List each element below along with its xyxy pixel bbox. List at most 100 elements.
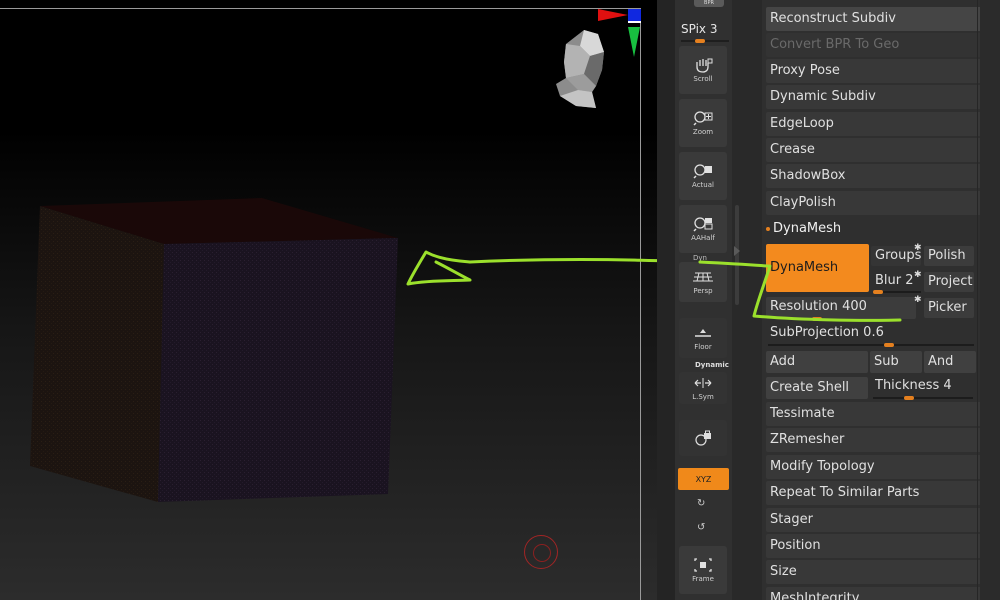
canvas-viewport[interactable] xyxy=(0,0,657,600)
actual-button[interactable]: Actual xyxy=(679,152,727,200)
blur-value: 2 xyxy=(905,273,914,288)
create-shell-button[interactable]: Create Shell xyxy=(766,377,868,399)
xyz-label: XYZ xyxy=(695,474,712,484)
thickness-knob[interactable] xyxy=(904,396,914,400)
frame-icon xyxy=(694,558,712,572)
dynamic-label: Dynamic xyxy=(695,361,729,369)
xyz-rotate-button[interactable]: XYZ xyxy=(678,468,729,490)
frame-label: Frame xyxy=(692,575,714,583)
local-symmetry-icon xyxy=(694,378,712,388)
floor-label: Floor xyxy=(694,343,712,351)
gyro-lock-button[interactable] xyxy=(679,420,727,456)
add-button[interactable]: Add xyxy=(766,351,868,373)
edgeloop-item[interactable]: EdgeLoop xyxy=(766,112,982,136)
subprojection-value: 0.6 xyxy=(863,325,884,340)
dynamic-subdiv-item[interactable]: Dynamic Subdiv xyxy=(766,85,982,109)
shadowbox-item[interactable]: ShadowBox xyxy=(766,164,982,188)
hand-scroll-icon xyxy=(696,58,713,73)
proxy-pose-item[interactable]: Proxy Pose xyxy=(766,59,982,83)
and-button[interactable]: And xyxy=(924,351,976,373)
position-item[interactable]: Position xyxy=(766,534,982,558)
arrow-annotation-icon xyxy=(406,250,657,286)
zoom-icon xyxy=(693,111,713,126)
dynamesh-button[interactable]: DynaMesh xyxy=(766,244,869,292)
spix-value: 3 xyxy=(709,22,718,36)
blur-star-icon: ✱ xyxy=(914,270,922,280)
crease-item[interactable]: Crease xyxy=(766,138,982,162)
stager-item[interactable]: Stager xyxy=(766,508,982,532)
spix-label: SPix xyxy=(681,22,707,36)
shelf-scroll-strip[interactable] xyxy=(732,0,762,600)
rotate-z-icon[interactable]: ↺ xyxy=(697,522,705,533)
thickness-value: 4 xyxy=(943,378,952,393)
spix-track xyxy=(681,40,729,42)
aahalf-button[interactable]: AAHalf xyxy=(679,205,727,253)
spix-knob[interactable] xyxy=(695,39,705,43)
blur-slider[interactable]: Blur 2 xyxy=(875,271,914,291)
aahalf-label: AAHalf xyxy=(691,234,715,242)
actual-size-icon xyxy=(693,164,712,179)
aahalf-icon xyxy=(693,217,713,232)
zoom-label: Zoom xyxy=(692,128,714,136)
navigation-head-icon[interactable] xyxy=(556,30,604,108)
sub-button[interactable]: Sub xyxy=(870,351,922,373)
bpr-button[interactable]: BPR xyxy=(694,0,724,7)
floor-icon xyxy=(695,329,711,337)
scene-svg xyxy=(30,9,657,502)
cube-left-face xyxy=(30,206,164,502)
palette-divider xyxy=(977,0,978,600)
persp-button[interactable]: Persp xyxy=(679,262,727,302)
resolution-star-icon: ✱ xyxy=(914,295,922,305)
scroll-label: Scroll xyxy=(693,75,713,83)
lsym-label: L.Sym xyxy=(692,393,714,401)
palette-scrollbar[interactable] xyxy=(980,0,1000,600)
axis-gizmo-icon[interactable] xyxy=(598,9,641,57)
meshintegrity-item[interactable]: MeshIntegrity xyxy=(766,587,982,600)
claypolish-item[interactable]: ClayPolish xyxy=(766,191,982,215)
thickness-track xyxy=(873,397,973,399)
spix-slider[interactable]: SPix 3 xyxy=(681,22,718,36)
dynamesh-section-header[interactable]: DynaMesh xyxy=(766,219,841,239)
floor-button[interactable]: Floor xyxy=(679,318,727,358)
rotate-y-icon[interactable]: ↻ xyxy=(697,498,705,509)
polish-button[interactable]: Polish xyxy=(924,246,974,266)
modify-topology-item[interactable]: Modify Topology xyxy=(766,455,982,479)
shelf-gap xyxy=(657,0,675,600)
subprojection-slider[interactable]: SubProjection 0.6 xyxy=(770,323,884,343)
gyro-lock-icon xyxy=(695,430,711,446)
actual-label: Actual xyxy=(692,181,714,189)
blur-knob[interactable] xyxy=(873,290,883,294)
project-button[interactable]: Project xyxy=(924,272,974,292)
subprojection-knob[interactable] xyxy=(884,343,894,347)
repeat-to-similar-parts-item[interactable]: Repeat To Similar Parts xyxy=(766,481,982,505)
zremesher-item[interactable]: ZRemesher xyxy=(766,428,982,452)
resolution-slider[interactable]: Resolution 400 xyxy=(766,297,916,319)
cube-right-face xyxy=(158,238,398,502)
subprojection-track xyxy=(768,344,974,346)
groups-star-icon: ✱ xyxy=(914,243,922,253)
resolution-knob[interactable] xyxy=(812,317,822,321)
reconstruct-subdiv-button[interactable]: Reconstruct Subdiv xyxy=(766,7,982,31)
dynamesh-section-title: DynaMesh xyxy=(773,221,842,236)
subprojection-label: SubProjection xyxy=(770,325,860,340)
section-active-dot xyxy=(766,226,770,231)
thickness-slider[interactable]: Thickness 4 xyxy=(875,376,952,396)
tessimate-item[interactable]: Tessimate xyxy=(766,402,982,426)
frame-button[interactable]: Frame xyxy=(679,546,727,594)
blur-label: Blur xyxy=(875,273,902,288)
scroll-button[interactable]: Scroll xyxy=(679,46,727,94)
convert-bpr-to-geo-button[interactable]: Convert BPR To Geo xyxy=(766,33,982,57)
right-tool-shelf: BPR SPix 3 Scroll Zoom Actual AAHalf Dyn… xyxy=(675,0,732,600)
lsym-button[interactable]: L.Sym xyxy=(679,372,727,404)
expand-arrow-icon[interactable] xyxy=(734,246,740,256)
resolution-label: Resolution xyxy=(770,299,838,314)
size-item[interactable]: Size xyxy=(766,560,982,584)
persp-sublabel: Dyn xyxy=(693,254,707,262)
thickness-label: Thickness xyxy=(875,378,940,393)
picker-button[interactable]: Picker xyxy=(924,298,974,318)
dynamesh-cube[interactable] xyxy=(30,198,398,502)
geometry-palette: Reconstruct Subdiv Convert BPR To Geo Pr… xyxy=(762,0,1000,600)
zoom-button[interactable]: Zoom xyxy=(679,99,727,147)
transpose-target-icon xyxy=(524,535,558,569)
perspective-grid-icon xyxy=(693,272,713,282)
